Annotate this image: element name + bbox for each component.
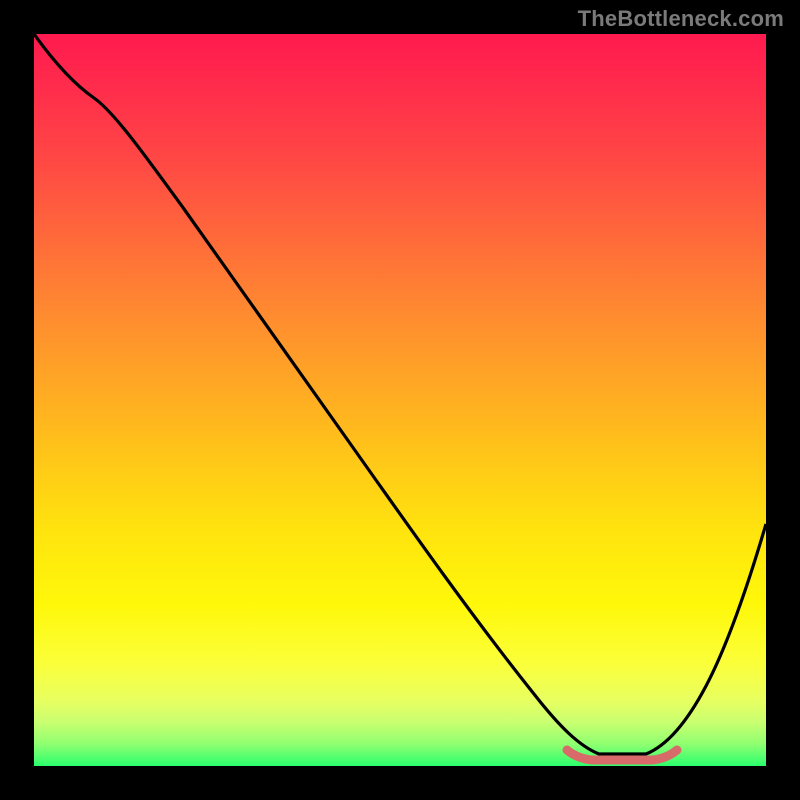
watermark-text: TheBottleneck.com xyxy=(578,6,784,32)
plot-area xyxy=(34,34,766,766)
bottleneck-curve xyxy=(34,34,766,754)
curve-layer xyxy=(34,34,766,766)
chart-frame: TheBottleneck.com xyxy=(0,0,800,800)
